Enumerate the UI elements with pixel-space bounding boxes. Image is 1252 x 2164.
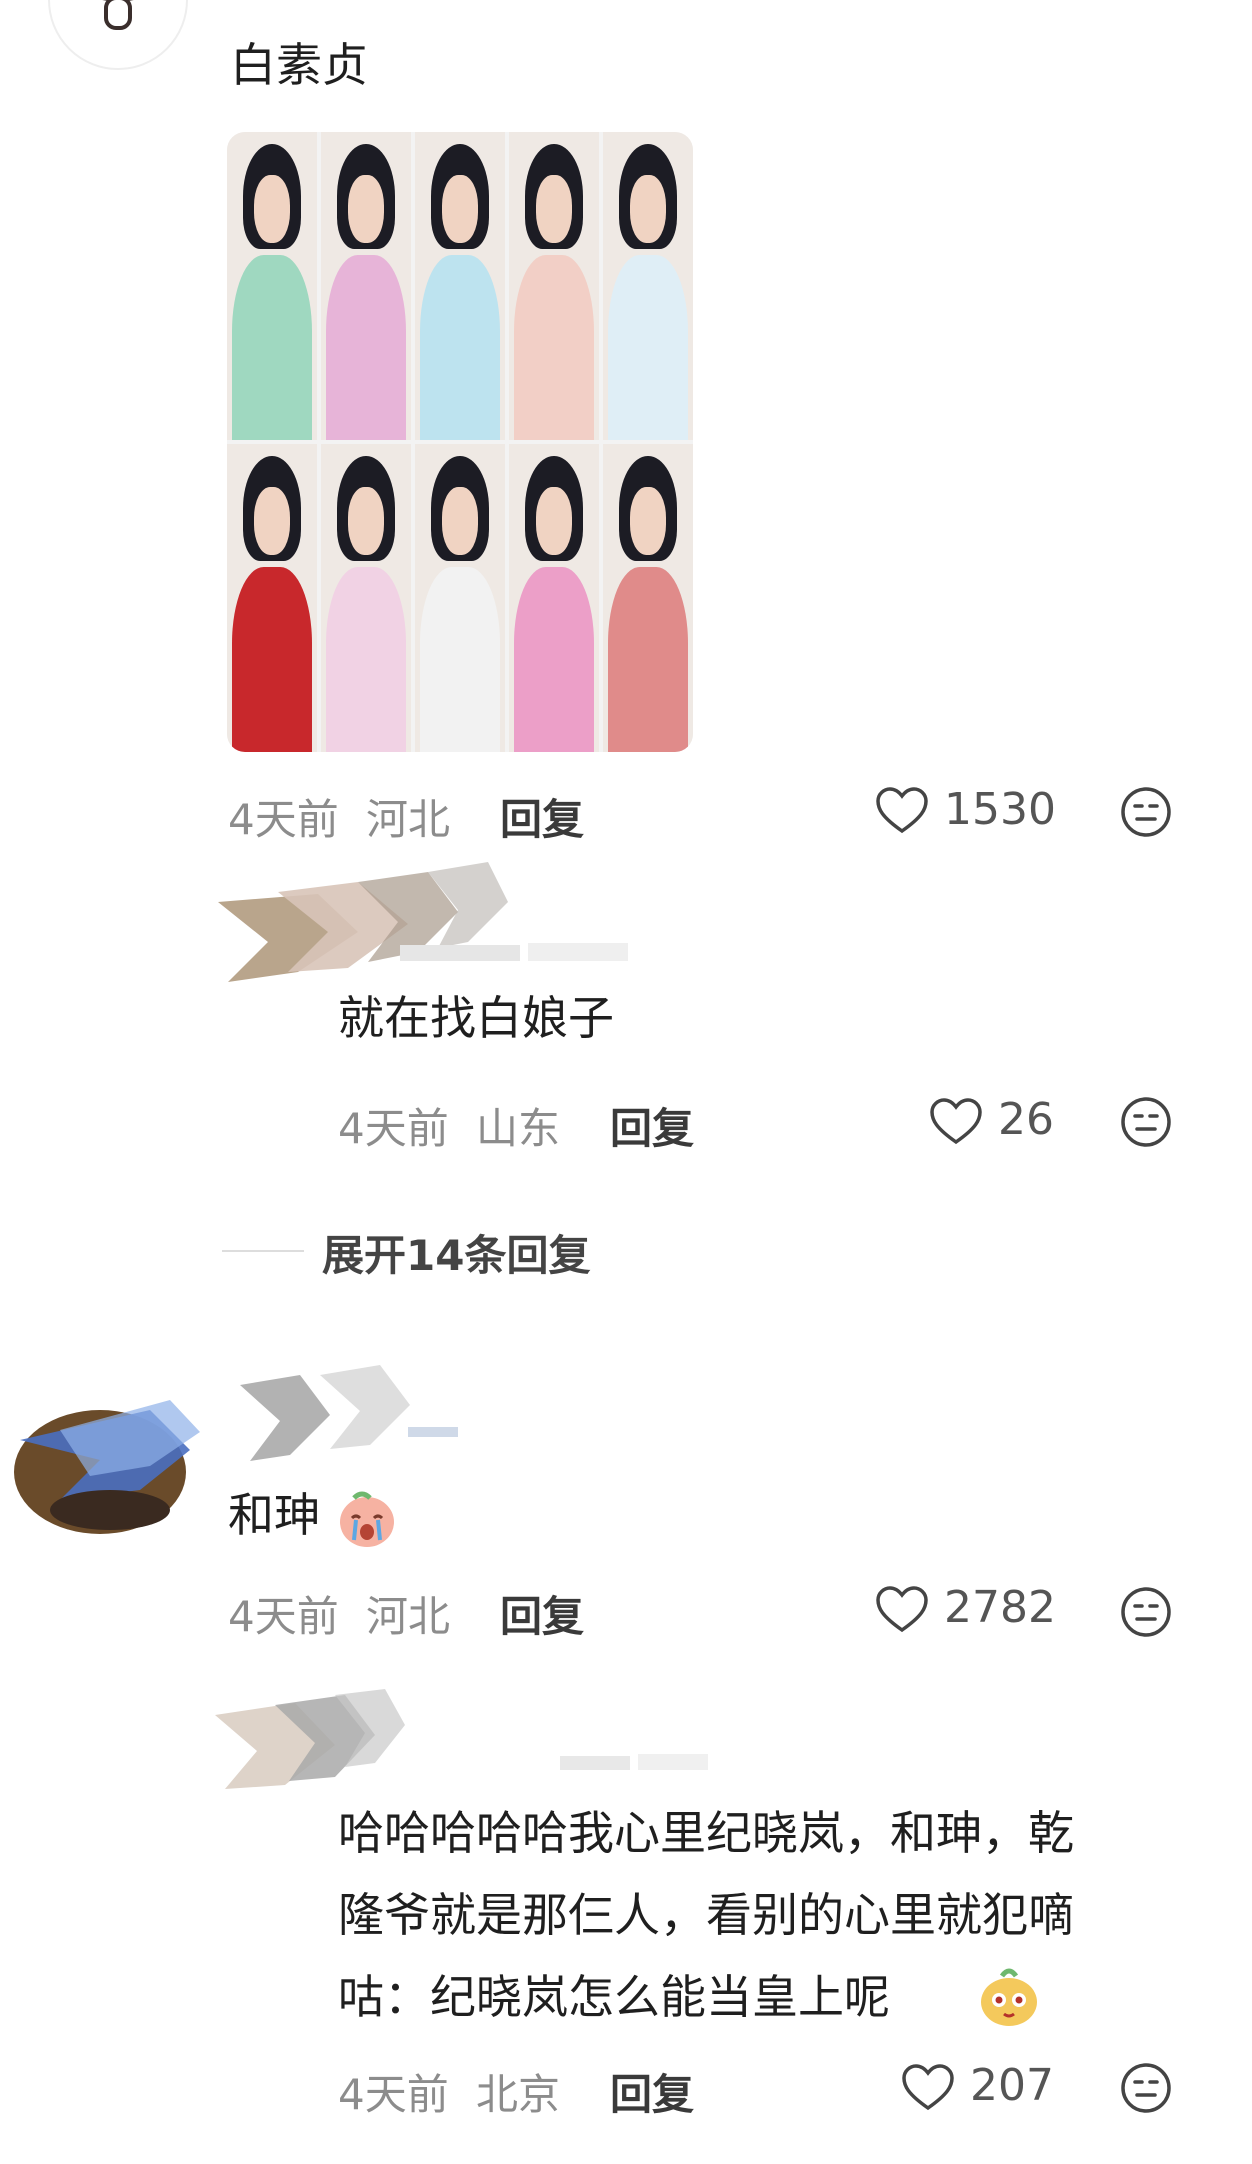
- like-count: 207: [970, 2060, 1054, 2111]
- avatar[interactable]: [48, 0, 188, 70]
- photo-robe: [326, 255, 406, 440]
- reply-button[interactable]: 回复: [500, 1583, 584, 1644]
- comment-text-label: 和珅: [228, 1488, 320, 1542]
- heart-outline-icon[interactable]: [876, 787, 928, 835]
- username-blurred[interactable]: [230, 1365, 470, 1475]
- photo-face: [536, 175, 572, 243]
- neutral-face-icon[interactable]: [1120, 1096, 1172, 1148]
- expand-divider: [222, 1250, 304, 1252]
- reply-text-line-2: 隆爷就是那仨人，看别的心里就犯嘀: [338, 1888, 1074, 1942]
- like-count: 2782: [944, 1582, 1056, 1633]
- like-count: 26: [998, 1094, 1054, 1145]
- collage-photo[interactable]: [603, 132, 693, 440]
- comment-time: 4天前: [228, 795, 339, 844]
- collage-photo[interactable]: [227, 444, 317, 752]
- comment-image[interactable]: [227, 132, 693, 752]
- photo-robe: [514, 567, 594, 752]
- reply-button[interactable]: 回复: [500, 786, 584, 847]
- photo-robe: [232, 567, 312, 752]
- mushroom-icon: [102, 0, 134, 30]
- photo-face: [442, 487, 478, 555]
- heart-outline-icon[interactable]: [930, 1098, 982, 1146]
- reply-location: 北京: [476, 2070, 561, 2119]
- collage-photo[interactable]: [509, 444, 599, 752]
- reply-text: 就在找白娘子: [338, 991, 614, 1045]
- crying-face-emoji: [340, 1491, 394, 1547]
- collage-photo[interactable]: [415, 444, 505, 752]
- heart-outline-icon[interactable]: [902, 2064, 954, 2112]
- photo-face: [630, 175, 666, 243]
- photo-face: [254, 487, 290, 555]
- collage-photo[interactable]: [227, 132, 317, 440]
- collage-photo[interactable]: [509, 132, 599, 440]
- neutral-face-icon[interactable]: [1120, 1586, 1172, 1638]
- photo-face: [442, 175, 478, 243]
- photo-robe: [608, 255, 688, 440]
- comment-text: 白素贞: [230, 38, 368, 92]
- reply-text-line-3: 咕：纪晓岚怎么能当皇上呢: [338, 1970, 890, 2024]
- photo-face: [630, 487, 666, 555]
- comment-location: 河北: [366, 1592, 451, 1641]
- photo-face: [536, 487, 572, 555]
- comment-time: 4天前: [228, 1592, 339, 1641]
- neutral-face-icon[interactable]: [1120, 786, 1172, 838]
- potato-face-emoji: [981, 1968, 1037, 2026]
- photo-robe: [232, 255, 312, 440]
- collage-photo[interactable]: [603, 444, 693, 752]
- photo-robe: [514, 255, 594, 440]
- expand-replies-button[interactable]: 展开14条回复: [322, 1222, 590, 1283]
- photo-face: [254, 175, 290, 243]
- photo-robe: [420, 255, 500, 440]
- comment-location: 河北: [366, 795, 451, 844]
- reply-button[interactable]: 回复: [610, 1095, 694, 1156]
- reply-avatar-blurred[interactable]: [205, 1685, 405, 1795]
- photo-robe: [608, 567, 688, 752]
- photo-face: [348, 175, 384, 243]
- reply-username-blurred[interactable]: [400, 935, 640, 975]
- like-count: 1530: [944, 784, 1056, 835]
- neutral-face-icon[interactable]: [1120, 2062, 1172, 2114]
- collage-photo[interactable]: [321, 132, 411, 440]
- photo-face: [348, 487, 384, 555]
- heart-outline-icon[interactable]: [876, 1586, 928, 1634]
- comment-text: 和珅: [228, 1492, 320, 1538]
- reply-username-blurred[interactable]: [560, 1748, 720, 1778]
- reply-button[interactable]: 回复: [610, 2061, 694, 2122]
- collage-photo[interactable]: [321, 444, 411, 752]
- reply-time: 4天前: [338, 1104, 449, 1153]
- reply-location: 山东: [476, 1104, 561, 1153]
- photo-robe: [420, 567, 500, 752]
- photo-robe: [326, 567, 406, 752]
- reply-text-line-1: 哈哈哈哈哈我心里纪晓岚，和珅，乾: [338, 1806, 1074, 1860]
- reply-time: 4天前: [338, 2070, 449, 2119]
- collage-photo[interactable]: [415, 132, 505, 440]
- avatar-blurred[interactable]: [0, 1380, 200, 1540]
